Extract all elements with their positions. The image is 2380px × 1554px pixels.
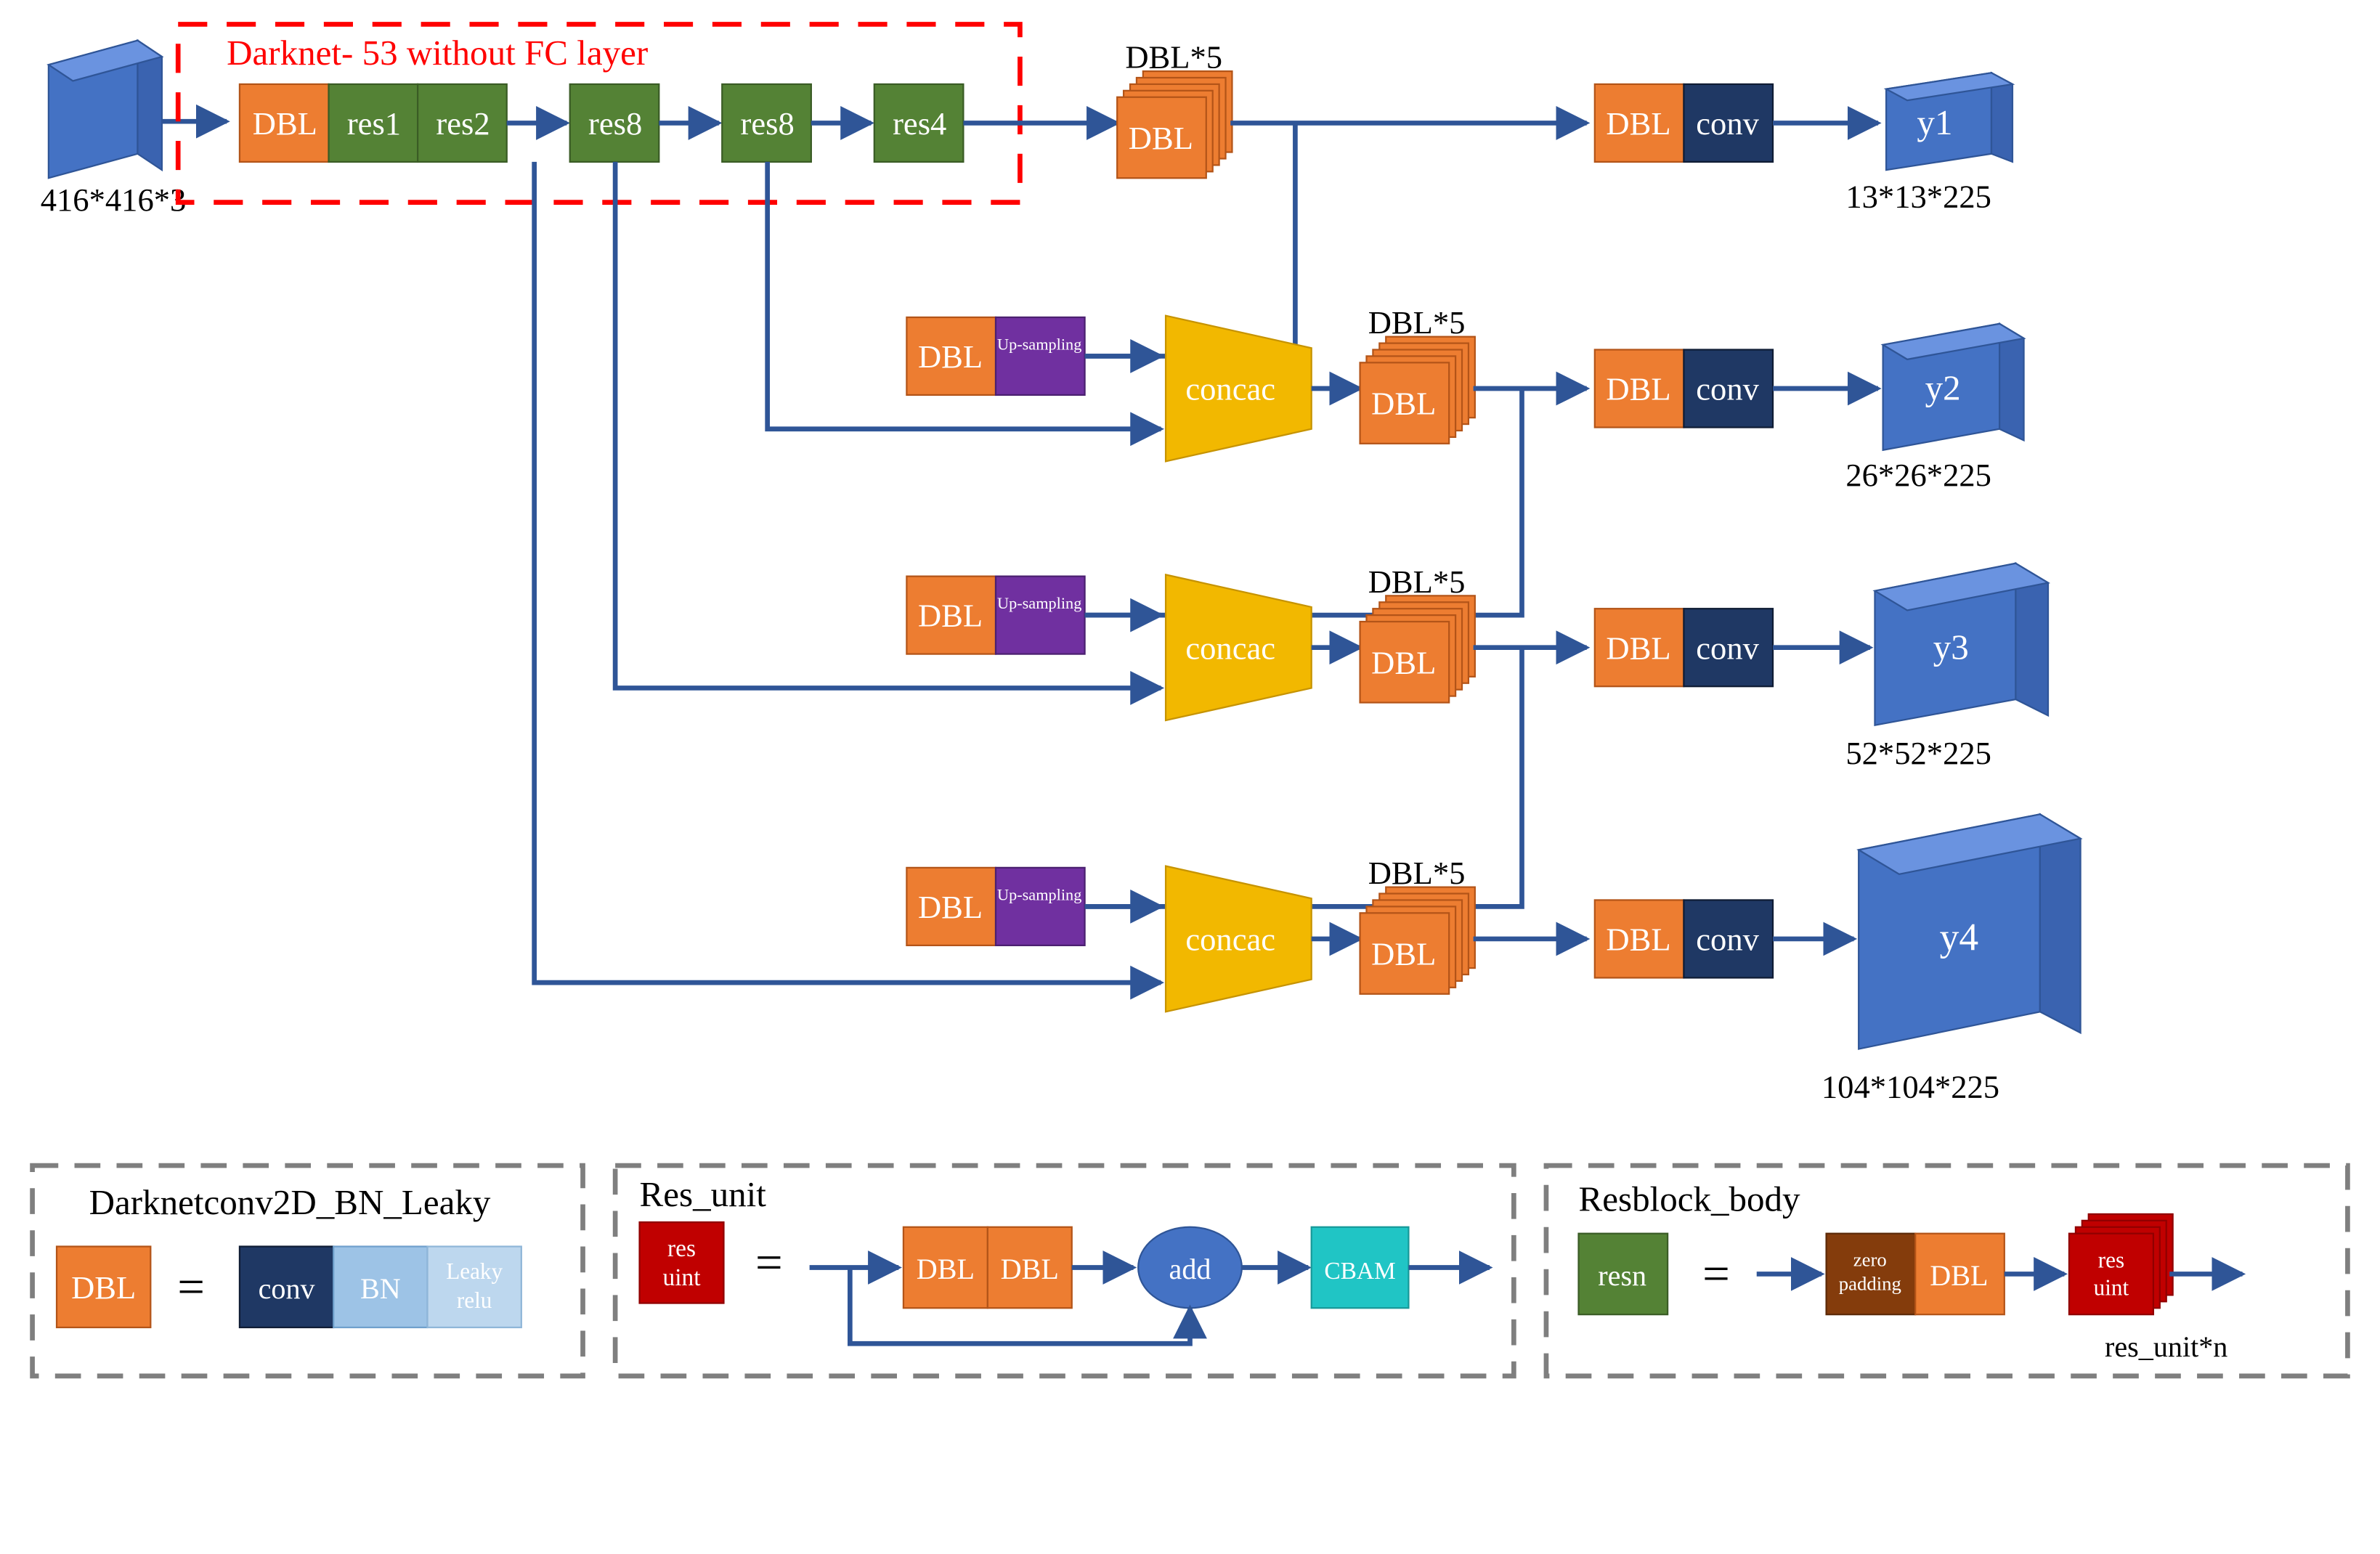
svg-text:uint: uint <box>2094 1274 2129 1300</box>
architecture-diagram: 416*416*3 Darknet- 53 without FC layer D… <box>0 0 2380 1554</box>
svg-text:res8: res8 <box>741 105 795 142</box>
svg-text:conv: conv <box>1696 630 1759 666</box>
svg-text:=: = <box>755 1236 783 1290</box>
svg-text:=: = <box>177 1261 205 1314</box>
svg-text:DBL: DBL <box>918 338 983 375</box>
svg-text:DBL: DBL <box>1606 105 1670 142</box>
svg-text:y2: y2 <box>1925 368 1961 408</box>
svg-text:conv: conv <box>1696 371 1759 407</box>
svg-text:Up-sampling: Up-sampling <box>997 594 1081 612</box>
svg-text:concac: concac <box>1185 630 1275 666</box>
dbl-conv-4: DBL conv <box>1595 900 1773 977</box>
svg-text:DBL: DBL <box>1001 1253 1059 1285</box>
output-y4: y4 104*104*225 <box>1821 814 2081 1105</box>
concac-3: concac <box>1166 574 1312 720</box>
svg-text:uint: uint <box>663 1264 702 1291</box>
svg-text:13*13*225: 13*13*225 <box>1845 178 1991 214</box>
svg-text:add: add <box>1169 1253 1211 1285</box>
dbl-upsample-4: DBL Up-sampling <box>906 868 1084 945</box>
svg-text:26*26*225: 26*26*225 <box>1845 457 1991 493</box>
svg-text:DBL: DBL <box>71 1269 136 1306</box>
legend-darknetconv: Darknetconv2D_BN_Leaky DBL = conv BN Lea… <box>33 1166 583 1376</box>
svg-text:Up-sampling: Up-sampling <box>997 335 1081 354</box>
svg-text:DBL: DBL <box>253 105 317 142</box>
svg-text:DBL: DBL <box>1371 386 1436 422</box>
svg-text:y1: y1 <box>1917 102 1952 142</box>
svg-text:DBL: DBL <box>1371 936 1436 972</box>
dbl-conv-3: DBL conv <box>1595 609 1773 686</box>
svg-text:DBL*5: DBL*5 <box>1368 855 1466 891</box>
dbl-upsample-2: DBL Up-sampling <box>906 317 1084 395</box>
svg-text:DBL: DBL <box>918 889 983 925</box>
svg-text:concac: concac <box>1185 922 1275 958</box>
svg-text:y3: y3 <box>1933 627 1969 667</box>
input-dim-label: 416*416*3 <box>41 182 187 218</box>
svg-text:relu: relu <box>457 1287 492 1313</box>
dbl5-stack-2: DBL*5 DBL <box>1360 304 1475 444</box>
svg-text:DBL: DBL <box>918 598 983 634</box>
concac-4: concac <box>1166 866 1312 1012</box>
svg-text:=: = <box>1702 1248 1730 1301</box>
dbl5-stack-3: DBL*5 DBL <box>1360 564 1475 703</box>
output-y1: y1 13*13*225 <box>1845 73 2013 214</box>
svg-text:BN: BN <box>360 1272 401 1305</box>
svg-text:DBL: DBL <box>917 1253 975 1285</box>
svg-text:104*104*225: 104*104*225 <box>1821 1068 1999 1105</box>
dbl-upsample-3: DBL Up-sampling <box>906 577 1084 654</box>
svg-text:DBL*5: DBL*5 <box>1125 39 1222 76</box>
svg-text:conv: conv <box>1696 922 1759 958</box>
svg-text:concac: concac <box>1185 371 1275 407</box>
svg-text:Res_unit: Res_unit <box>640 1174 767 1214</box>
dbl-conv-1: DBL conv <box>1595 84 1773 162</box>
svg-text:resn: resn <box>1598 1259 1646 1292</box>
svg-text:DBL: DBL <box>1129 120 1193 156</box>
output-y2: y2 26*26*225 <box>1845 324 2023 493</box>
darknet-title: Darknet- 53 without FC layer <box>227 33 648 73</box>
svg-text:res2: res2 <box>436 105 490 142</box>
svg-text:DBL: DBL <box>1930 1259 1988 1292</box>
svg-text:res8: res8 <box>588 105 642 142</box>
svg-text:Leaky: Leaky <box>446 1258 503 1284</box>
svg-text:res_unit*n: res_unit*n <box>2105 1330 2227 1363</box>
svg-text:DBL*5: DBL*5 <box>1368 564 1466 600</box>
legend-resunit: Res_unit res uint = DBL DBL add CBAM <box>615 1166 1514 1376</box>
svg-text:DBL: DBL <box>1606 922 1670 958</box>
svg-text:CBAM: CBAM <box>1324 1258 1395 1285</box>
svg-text:DBL*5: DBL*5 <box>1368 304 1466 341</box>
svg-text:conv: conv <box>1696 105 1759 142</box>
concac-2: concac <box>1166 316 1312 462</box>
dbl5-stack-4: DBL*5 DBL <box>1360 855 1475 994</box>
svg-text:res: res <box>667 1235 696 1262</box>
output-y3: y3 52*52*225 <box>1845 564 2048 771</box>
svg-text:res4: res4 <box>893 105 946 142</box>
svg-text:Resblock_body: Resblock_body <box>1579 1179 1801 1219</box>
input-cube: 416*416*3 <box>41 41 187 218</box>
svg-text:DBL: DBL <box>1606 630 1670 666</box>
svg-text:DBL: DBL <box>1606 371 1670 407</box>
svg-text:Darknetconv2D_BN_Leaky: Darknetconv2D_BN_Leaky <box>89 1182 491 1222</box>
svg-text:conv: conv <box>259 1272 316 1305</box>
legend-resblock: Resblock_body resn = zero padding DBL re… <box>1546 1166 2347 1376</box>
svg-text:padding: padding <box>1839 1273 1901 1295</box>
svg-text:y4: y4 <box>1940 916 1979 959</box>
dbl-conv-2: DBL conv <box>1595 350 1773 428</box>
dbl5-stack-1: DBL*5 DBL <box>1117 39 1232 179</box>
svg-text:zero: zero <box>1853 1248 1887 1270</box>
svg-text:DBL: DBL <box>1371 644 1436 680</box>
svg-text:res: res <box>2098 1248 2124 1273</box>
svg-text:52*52*225: 52*52*225 <box>1845 735 1991 771</box>
svg-text:res1: res1 <box>347 105 401 142</box>
svg-text:Up-sampling: Up-sampling <box>997 885 1081 903</box>
